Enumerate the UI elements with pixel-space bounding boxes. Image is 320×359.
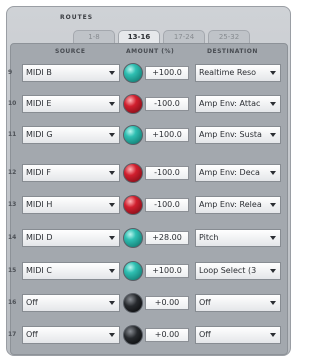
- tab-13-16[interactable]: 13-16: [118, 30, 160, 44]
- route-number: 9: [8, 69, 13, 76]
- destination-dropdown[interactable]: Loop Select (3: [195, 262, 281, 280]
- amount-field[interactable]: +100.0: [145, 66, 189, 80]
- amount-knob[interactable]: [123, 63, 143, 83]
- dropdown-arrow-icon: [109, 133, 115, 137]
- destination-value: Amp Env: Deca: [199, 168, 260, 177]
- route-row: 10 MIDI E -100.0 Amp Env: Attac: [0, 93, 295, 115]
- route-number: 17: [8, 331, 17, 338]
- source-dropdown[interactable]: Off: [22, 294, 120, 312]
- source-value: Off: [26, 298, 38, 307]
- dropdown-arrow-icon: [270, 171, 276, 175]
- source-column-header: SOURCE: [55, 48, 86, 55]
- destination-value: Off: [199, 330, 211, 339]
- route-row: 14 MIDI D +28.00 Pitch: [0, 227, 295, 249]
- route-number: 10: [8, 100, 17, 107]
- route-row: 9 MIDI B +100.0 Realtime Reso: [0, 62, 295, 84]
- source-dropdown[interactable]: MIDI H: [22, 196, 120, 214]
- source-dropdown[interactable]: Off: [22, 326, 120, 344]
- destination-dropdown[interactable]: Realtime Reso: [195, 64, 281, 82]
- amount-column-header: AMOUNT (%): [126, 48, 175, 55]
- route-number: 11: [8, 131, 17, 138]
- dropdown-arrow-icon: [270, 301, 276, 305]
- source-value: Off: [26, 330, 38, 339]
- amount-knob[interactable]: [123, 228, 143, 248]
- dropdown-arrow-icon: [270, 102, 276, 106]
- source-value: MIDI B: [26, 68, 52, 77]
- dropdown-arrow-icon: [270, 269, 276, 273]
- dropdown-arrow-icon: [109, 71, 115, 75]
- dropdown-arrow-icon: [270, 333, 276, 337]
- dropdown-arrow-icon: [109, 269, 115, 273]
- destination-dropdown[interactable]: Amp Env: Relea: [195, 196, 281, 214]
- amount-field[interactable]: +100.0: [145, 264, 189, 278]
- tab-1-8[interactable]: 1-8: [73, 30, 115, 44]
- source-value: MIDI E: [26, 99, 52, 108]
- destination-value: Loop Select (3: [199, 266, 257, 275]
- amount-knob[interactable]: [123, 293, 143, 313]
- dropdown-arrow-icon: [109, 102, 115, 106]
- destination-value: Amp Env: Attac: [199, 99, 261, 108]
- amount-knob[interactable]: [123, 163, 143, 183]
- source-value: MIDI G: [26, 130, 53, 139]
- dropdown-arrow-icon: [109, 333, 115, 337]
- destination-value: Pitch: [199, 233, 219, 242]
- amount-knob[interactable]: [123, 325, 143, 345]
- dropdown-arrow-icon: [270, 71, 276, 75]
- source-dropdown[interactable]: MIDI G: [22, 126, 120, 144]
- destination-value: Amp Env: Susta: [199, 130, 262, 139]
- amount-field[interactable]: +28.00: [145, 231, 189, 245]
- route-row: 13 MIDI H -100.0 Amp Env: Relea: [0, 194, 295, 216]
- amount-field[interactable]: +0.00: [145, 296, 189, 310]
- route-number: 12: [8, 169, 17, 176]
- dropdown-arrow-icon: [109, 171, 115, 175]
- destination-dropdown[interactable]: Amp Env: Deca: [195, 164, 281, 182]
- amount-knob[interactable]: [123, 261, 143, 281]
- amount-knob[interactable]: [123, 195, 143, 215]
- source-value: MIDI D: [26, 233, 53, 242]
- destination-dropdown[interactable]: Amp Env: Susta: [195, 126, 281, 144]
- source-dropdown[interactable]: MIDI C: [22, 262, 120, 280]
- dropdown-arrow-icon: [270, 203, 276, 207]
- destination-dropdown[interactable]: Off: [195, 326, 281, 344]
- source-value: MIDI C: [26, 266, 52, 275]
- amount-field[interactable]: -100.0: [145, 166, 189, 180]
- route-row: 15 MIDI C +100.0 Loop Select (3: [0, 260, 295, 282]
- destination-value: Off: [199, 298, 211, 307]
- destination-value: Amp Env: Relea: [199, 200, 262, 209]
- destination-column-header: DESTINATION: [207, 48, 258, 55]
- destination-dropdown[interactable]: Amp Env: Attac: [195, 95, 281, 113]
- route-number: 13: [8, 201, 17, 208]
- destination-dropdown[interactable]: Off: [195, 294, 281, 312]
- amount-field[interactable]: +100.0: [145, 128, 189, 142]
- source-value: MIDI H: [26, 200, 53, 209]
- dropdown-arrow-icon: [270, 236, 276, 240]
- tab-bar: 1-8 13-16 17-24 25-32: [73, 30, 250, 44]
- panel-title: ROUTES: [60, 14, 94, 21]
- route-row: 17 Off +0.00 Off: [0, 324, 295, 346]
- amount-field[interactable]: -100.0: [145, 198, 189, 212]
- source-dropdown[interactable]: MIDI D: [22, 229, 120, 247]
- route-row: 11 MIDI G +100.0 Amp Env: Susta: [0, 124, 295, 146]
- route-number: 15: [8, 267, 17, 274]
- source-dropdown[interactable]: MIDI E: [22, 95, 120, 113]
- route-row: 16 Off +0.00 Off: [0, 292, 295, 314]
- route-number: 14: [8, 234, 17, 241]
- amount-field[interactable]: +0.00: [145, 328, 189, 342]
- dropdown-arrow-icon: [109, 203, 115, 207]
- dropdown-arrow-icon: [270, 133, 276, 137]
- dropdown-arrow-icon: [109, 236, 115, 240]
- tab-25-32[interactable]: 25-32: [208, 30, 250, 44]
- route-row: 12 MIDI F -100.0 Amp Env: Deca: [0, 162, 295, 184]
- source-value: MIDI F: [26, 168, 51, 177]
- tab-17-24[interactable]: 17-24: [163, 30, 205, 44]
- source-dropdown[interactable]: MIDI F: [22, 164, 120, 182]
- amount-knob[interactable]: [123, 125, 143, 145]
- amount-field[interactable]: -100.0: [145, 97, 189, 111]
- route-number: 16: [8, 299, 17, 306]
- dropdown-arrow-icon: [109, 301, 115, 305]
- destination-dropdown[interactable]: Pitch: [195, 229, 281, 247]
- source-dropdown[interactable]: MIDI B: [22, 64, 120, 82]
- destination-value: Realtime Reso: [199, 68, 257, 77]
- amount-knob[interactable]: [123, 94, 143, 114]
